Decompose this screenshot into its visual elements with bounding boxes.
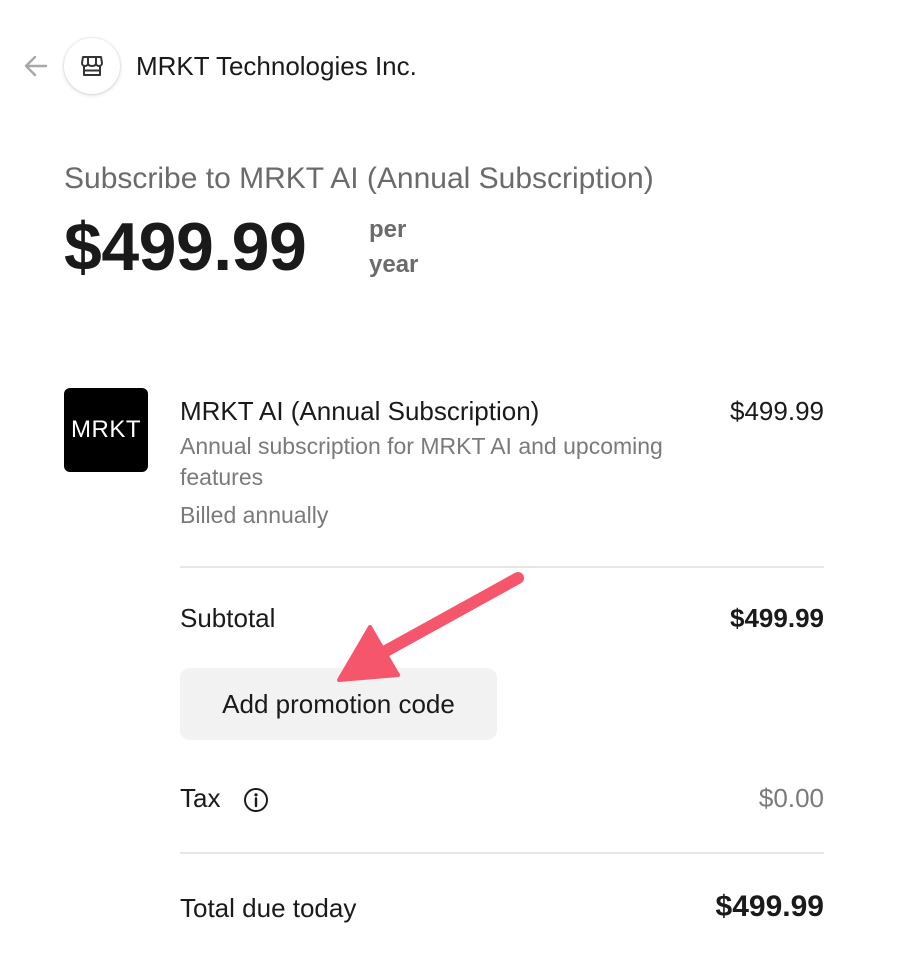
arrow-left-icon[interactable] (22, 52, 50, 80)
product-logo-text: MRKT (71, 416, 141, 443)
add-promotion-code-button[interactable]: Add promotion code (180, 668, 497, 740)
promo-button-label: Add promotion code (222, 688, 455, 719)
merchant-name: MRKT Technologies Inc. (136, 51, 417, 81)
billing-frequency: Billed annually (180, 502, 329, 528)
divider (180, 566, 824, 568)
total-due-value: $499.99 (715, 890, 824, 923)
product-description: Annual subscription for MRKT AI and upco… (180, 433, 663, 490)
product-logo: MRKT (64, 388, 148, 472)
storefront-icon (81, 56, 103, 76)
price-amount: $499.99 (64, 209, 307, 285)
subscription-title: Subscribe to MRKT AI (Annual Subscriptio… (64, 162, 654, 195)
price-interval: per year (369, 216, 419, 278)
product-price: $499.99 (730, 396, 824, 426)
info-icon[interactable] (242, 786, 270, 814)
subtotal-value: $499.99 (730, 603, 824, 633)
tax-label: Tax (180, 783, 221, 813)
product-name: MRKT AI (Annual Subscription) (180, 396, 540, 426)
checkout-header: MRKT Technologies Inc. (0, 0, 898, 130)
subtotal-label: Subtotal (180, 603, 276, 633)
total-due-label: Total due today (180, 893, 357, 923)
tax-value: $0.00 (758, 783, 824, 813)
merchant-avatar (64, 38, 120, 94)
divider (180, 852, 824, 854)
